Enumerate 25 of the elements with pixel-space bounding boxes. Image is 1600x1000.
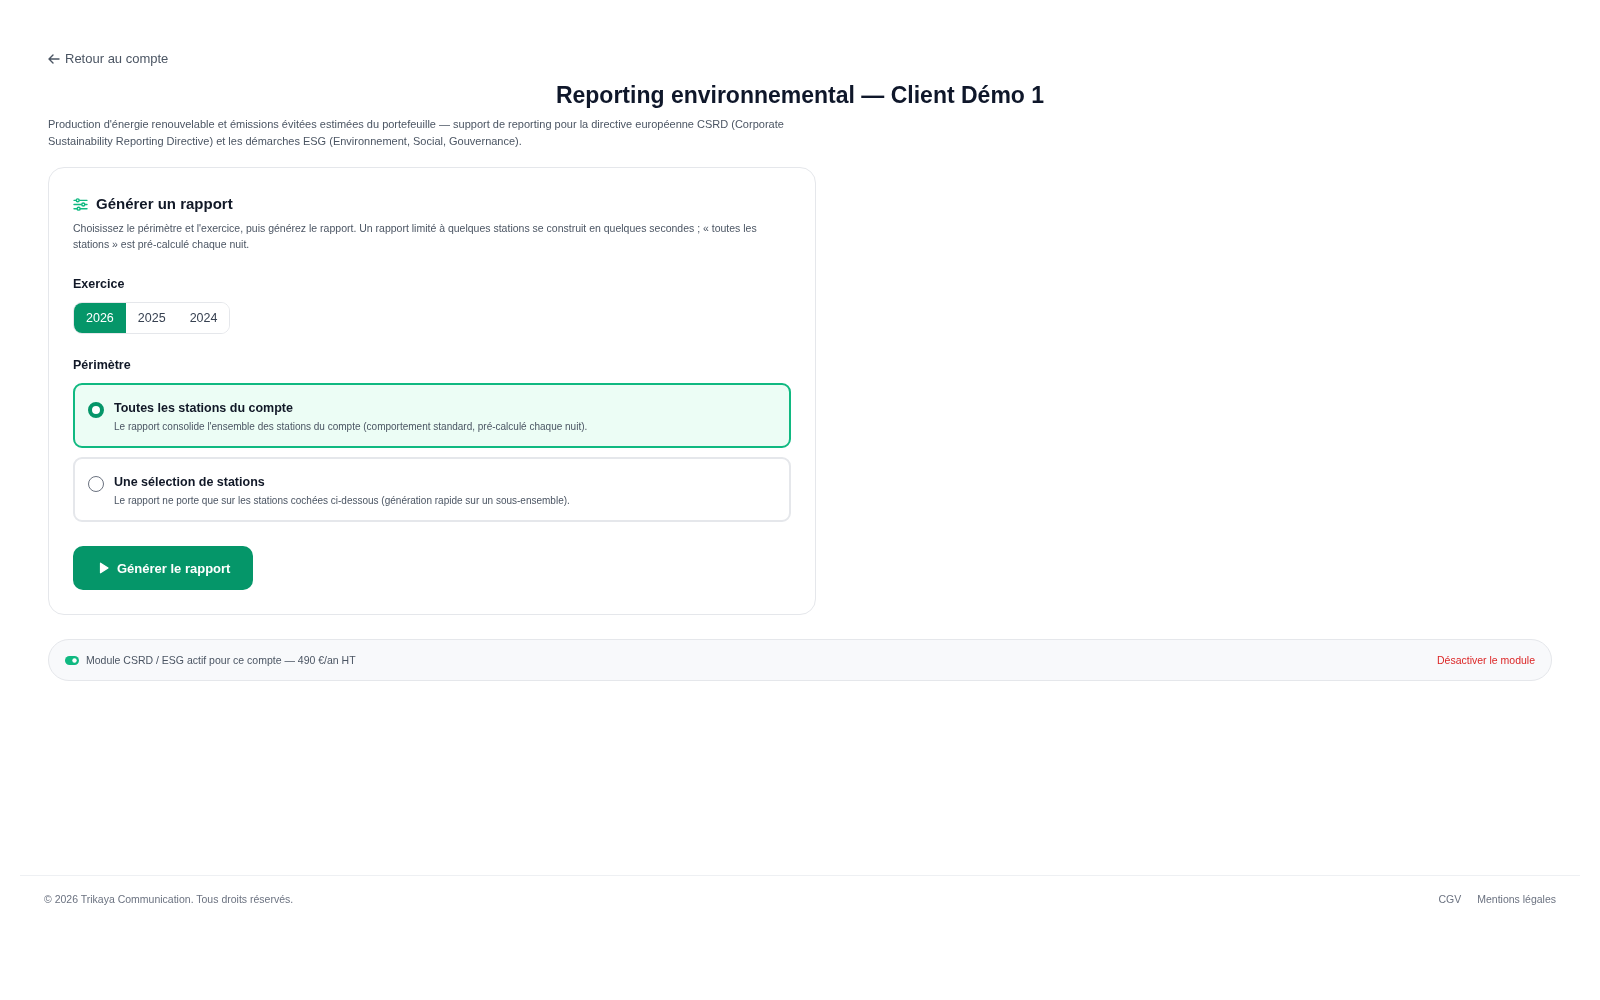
copyright-text: © 2026 Trikaya Communication. Tous droits réservés. [44,893,294,905]
scope-option[interactable]: Une sélection de stations Le rapport ne porte que sur les stations cochées ci-dessous (génération rapide sur un sous-ensemble). [73,457,791,522]
card-description: Choisissez le périmètre et l'exercice, puis générez le rapport. Un rapport limité à quelques stations se construit en quelques secondes ; « toutes les stations » est pré-calculé chaque nuit. [73,221,758,252]
option-description: Le rapport consolide l'ensemble des stations du compte (comportement standard, pré-calculé chaque nuit). [114,420,588,434]
field-label: Périmètre [73,357,132,373]
sliders-icon [73,197,88,211]
radio-button[interactable] [88,402,104,418]
option-title: Toutes les stations du compte [114,400,294,417]
year-tab[interactable]: 2026 [74,303,126,333]
card-title: Générer un rapport [96,194,233,214]
generate-report-button[interactable]: Générer le rapport [73,546,254,590]
field-label: Exercice [73,276,126,292]
radio-button[interactable] [88,476,104,492]
option-title: Une sélection de stations [114,474,266,491]
module-status-text: Module CSRD / ESG actif pour ce compte — 490 €/an HT [86,654,356,666]
page-description: Production d'énergie renouvelable et émissions évitées estimées du portefeuille — support de reporting pour la directive européenne CSRD (Corporate Sustainability Reporting Directive) et les démarches ESG (Environnement, Social, Gouvernance). [48,117,785,149]
footer-link[interactable]: CGV [1438,893,1462,905]
scope-option[interactable]: Toutes les stations du compte Le rapport consolide l'ensemble des stations du compte (comportement standard, pré-calculé chaque nuit). [73,383,791,448]
footer-link[interactable]: Mentions légales [1477,893,1556,905]
play-icon [99,562,109,574]
option-description: Le rapport ne porte que sur les stations cochées ci-dessous (génération rapide sur un sous-ensemble). [114,494,570,508]
arrow-left-icon [48,54,60,64]
page-title: Reporting environnemental — Client Démo 1 [554,81,1046,110]
back-link[interactable]: Retour au compte [48,50,169,68]
deactivate-module-link[interactable]: Désactiver le module [1436,654,1535,666]
